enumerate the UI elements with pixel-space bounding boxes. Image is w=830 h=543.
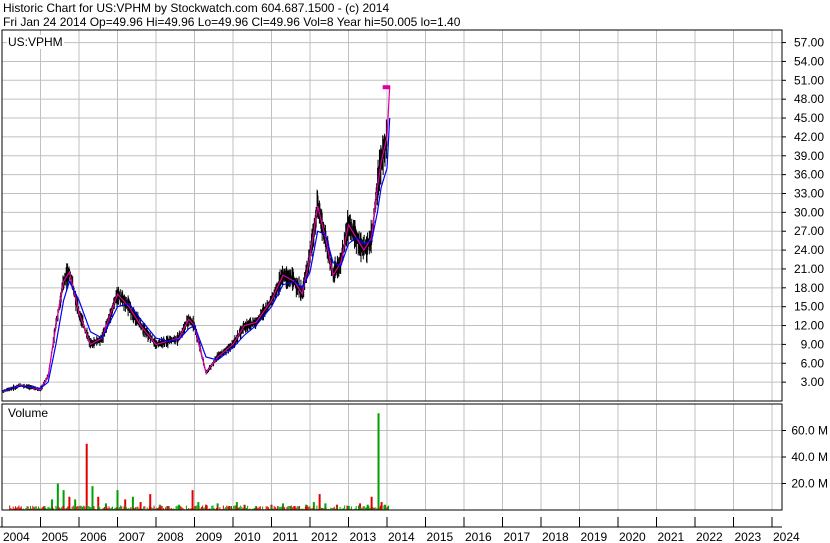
year-tick-label: 2017 <box>504 530 531 543</box>
year-tick-label: 2016 <box>465 530 492 543</box>
year-tick-label: 2009 <box>196 530 223 543</box>
year-tick-label: 2023 <box>735 530 762 543</box>
volume-tick-label: 40.0 M <box>791 450 828 464</box>
year-tick-label: 2011 <box>273 530 299 543</box>
year-tick-label: 2014 <box>388 530 415 543</box>
price-tick-label: 45.00 <box>794 111 824 125</box>
year-tick-label: 2013 <box>350 530 377 543</box>
price-bars <box>1 85 391 393</box>
stock-chart: 57.00 54.00 51.00 48.00 45.00 42.00 39.00 36.00… <box>0 29 828 543</box>
year-tick-label: 2010 <box>234 530 261 543</box>
price-tick-label: 6.00 <box>801 356 825 370</box>
year-tick-label: 2024 <box>773 530 800 543</box>
year-tick-label: 2004 <box>3 530 30 543</box>
year-tick-label: 2005 <box>42 530 69 543</box>
price-tick-label: 51.00 <box>794 73 824 87</box>
volume-bars <box>9 413 390 510</box>
year-tick-label: 2007 <box>119 530 146 543</box>
price-grid <box>2 42 782 383</box>
price-tick-label: 39.00 <box>794 149 824 163</box>
year-tick-label: 2008 <box>157 530 184 543</box>
year-tick-label: 2015 <box>427 530 454 543</box>
ma-short-line <box>1 86 391 393</box>
price-tick-label: 18.00 <box>794 281 824 295</box>
volume-axis: 60.0 M 40.0 M 20.0 M <box>782 424 828 491</box>
year-tick-label: 2019 <box>581 530 608 543</box>
year-axis: 2004 2005 2006 2007 2008 2009 2010 2011 2012 2013… <box>1 517 800 543</box>
year-tick-label: 2022 <box>696 530 723 543</box>
price-tick-label: 9.00 <box>801 337 825 351</box>
price-tick-label: 57.00 <box>794 36 824 50</box>
year-grid <box>1 30 773 510</box>
price-tick-label: 3.00 <box>801 375 825 389</box>
symbol-label: US:VPHM <box>7 35 64 49</box>
price-axis: 57.00 54.00 51.00 48.00 45.00 42.00 39.00 36.00… <box>782 36 825 389</box>
price-tick-label: 54.00 <box>794 54 824 68</box>
volume-grid <box>2 430 782 484</box>
price-tick-label: 15.00 <box>794 300 824 314</box>
price-tick-label: 12.00 <box>794 319 824 333</box>
price-tick-label: 27.00 <box>794 224 824 238</box>
year-tick-label: 2020 <box>619 530 646 543</box>
moving-averages <box>1 86 391 393</box>
year-tick-label: 2006 <box>80 530 107 543</box>
price-tick-label: 24.00 <box>794 243 824 257</box>
price-tick-label: 21.00 <box>794 262 824 276</box>
volume-tick-label: 60.0 M <box>791 424 828 438</box>
price-tick-label: 48.00 <box>794 92 824 106</box>
ma-long-line <box>1 117 391 392</box>
year-tick-label: 2012 <box>311 530 338 543</box>
price-tick-label: 30.00 <box>794 205 824 219</box>
volume-label: Volume <box>7 406 50 420</box>
price-tick-label: 42.00 <box>794 130 824 144</box>
price-tick-label: 36.00 <box>794 168 824 182</box>
year-tick-label: 2021 <box>658 530 685 543</box>
price-tick-label: 33.00 <box>794 186 824 200</box>
volume-tick-label: 20.0 M <box>791 477 828 491</box>
year-tick-label: 2018 <box>542 530 569 543</box>
price-panel-frame <box>1 29 783 402</box>
